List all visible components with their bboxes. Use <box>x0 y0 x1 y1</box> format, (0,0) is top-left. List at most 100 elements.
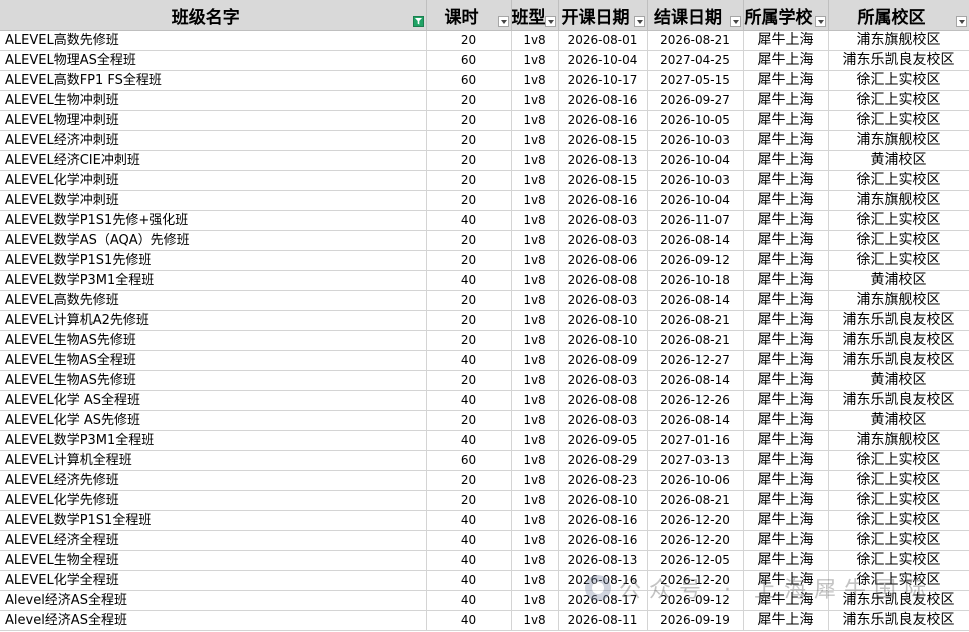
cell-end-date[interactable]: 2026-11-07 <box>647 210 744 231</box>
cell-class-type[interactable]: 1v8 <box>511 230 559 251</box>
cell-campus[interactable]: 黄浦校区 <box>828 150 969 171</box>
cell-school[interactable]: 犀牛上海 <box>743 590 829 611</box>
filter-dropdown-icon[interactable] <box>729 16 741 27</box>
cell-campus[interactable]: 徐汇上实校区 <box>828 530 969 551</box>
cell-class-type[interactable]: 1v8 <box>511 150 559 171</box>
cell-end-date[interactable]: 2026-10-18 <box>647 270 744 291</box>
cell-class-type[interactable]: 1v8 <box>511 450 559 471</box>
cell-campus[interactable]: 浦东乐凯良友校区 <box>828 610 969 631</box>
cell-class-name[interactable]: ALEVEL数学P3M1全程班 <box>0 430 427 451</box>
cell-campus[interactable]: 浦东旗舰校区 <box>828 430 969 451</box>
cell-hours[interactable]: 20 <box>426 130 512 151</box>
cell-class-type[interactable]: 1v8 <box>511 330 559 351</box>
cell-class-name[interactable]: ALEVEL高数先修班 <box>0 30 427 51</box>
cell-start-date[interactable]: 2026-08-08 <box>558 270 648 291</box>
cell-class-type[interactable]: 1v8 <box>511 550 559 571</box>
cell-class-name[interactable]: ALEVEL经济CIE冲刺班 <box>0 150 427 171</box>
cell-school[interactable]: 犀牛上海 <box>743 70 829 91</box>
cell-class-type[interactable]: 1v8 <box>511 30 559 51</box>
cell-hours[interactable]: 60 <box>426 450 512 471</box>
cell-class-name[interactable]: ALEVEL高数先修班 <box>0 290 427 311</box>
cell-class-name[interactable]: ALEVEL化学全程班 <box>0 570 427 591</box>
cell-start-date[interactable]: 2026-08-13 <box>558 150 648 171</box>
cell-start-date[interactable]: 2026-08-09 <box>558 350 648 371</box>
cell-end-date[interactable]: 2026-08-14 <box>647 370 744 391</box>
cell-class-type[interactable]: 1v8 <box>511 250 559 271</box>
cell-campus[interactable]: 黄浦校区 <box>828 410 969 431</box>
cell-class-type[interactable]: 1v8 <box>511 310 559 331</box>
cell-end-date[interactable]: 2026-10-05 <box>647 110 744 131</box>
cell-school[interactable]: 犀牛上海 <box>743 90 829 111</box>
cell-campus[interactable]: 徐汇上实校区 <box>828 550 969 571</box>
cell-start-date[interactable]: 2026-10-04 <box>558 50 648 71</box>
cell-start-date[interactable]: 2026-08-03 <box>558 370 648 391</box>
cell-class-type[interactable]: 1v8 <box>511 130 559 151</box>
filter-dropdown-icon[interactable] <box>633 16 645 27</box>
cell-start-date[interactable]: 2026-08-10 <box>558 330 648 351</box>
cell-class-name[interactable]: Alevel经济AS全程班 <box>0 590 427 611</box>
cell-start-date[interactable]: 2026-08-15 <box>558 170 648 191</box>
cell-school[interactable]: 犀牛上海 <box>743 390 829 411</box>
cell-start-date[interactable]: 2026-09-05 <box>558 430 648 451</box>
cell-end-date[interactable]: 2026-09-12 <box>647 590 744 611</box>
cell-class-name[interactable]: ALEVEL生物全程班 <box>0 550 427 571</box>
cell-class-name[interactable]: ALEVEL经济先修班 <box>0 470 427 491</box>
cell-end-date[interactable]: 2026-08-14 <box>647 410 744 431</box>
cell-campus[interactable]: 徐汇上实校区 <box>828 490 969 511</box>
cell-campus[interactable]: 浦东乐凯良友校区 <box>828 330 969 351</box>
cell-end-date[interactable]: 2026-12-20 <box>647 570 744 591</box>
column-header-end-date[interactable]: 结课日期 <box>647 0 744 31</box>
cell-start-date[interactable]: 2026-08-15 <box>558 130 648 151</box>
cell-end-date[interactable]: 2026-12-05 <box>647 550 744 571</box>
cell-class-name[interactable]: Alevel经济AS全程班 <box>0 610 427 631</box>
cell-class-name[interactable]: ALEVEL数学P3M1全程班 <box>0 270 427 291</box>
cell-school[interactable]: 犀牛上海 <box>743 250 829 271</box>
cell-school[interactable]: 犀牛上海 <box>743 470 829 491</box>
cell-campus[interactable]: 徐汇上实校区 <box>828 570 969 591</box>
cell-class-name[interactable]: ALEVEL化学先修班 <box>0 490 427 511</box>
cell-class-name[interactable]: ALEVEL数学P1S1先修+强化班 <box>0 210 427 231</box>
cell-hours[interactable]: 40 <box>426 210 512 231</box>
cell-end-date[interactable]: 2026-08-21 <box>647 330 744 351</box>
cell-campus[interactable]: 徐汇上实校区 <box>828 450 969 471</box>
cell-school[interactable]: 犀牛上海 <box>743 530 829 551</box>
cell-class-name[interactable]: ALEVEL数学P1S1先修班 <box>0 250 427 271</box>
cell-end-date[interactable]: 2026-09-12 <box>647 250 744 271</box>
cell-class-type[interactable]: 1v8 <box>511 90 559 111</box>
cell-class-name[interactable]: ALEVEL经济全程班 <box>0 530 427 551</box>
cell-hours[interactable]: 40 <box>426 570 512 591</box>
cell-hours[interactable]: 40 <box>426 390 512 411</box>
cell-hours[interactable]: 20 <box>426 150 512 171</box>
cell-hours[interactable]: 20 <box>426 230 512 251</box>
cell-hours[interactable]: 60 <box>426 50 512 71</box>
cell-end-date[interactable]: 2026-10-04 <box>647 190 744 211</box>
cell-campus[interactable]: 徐汇上实校区 <box>828 510 969 531</box>
cell-hours[interactable]: 40 <box>426 430 512 451</box>
cell-end-date[interactable]: 2027-01-16 <box>647 430 744 451</box>
cell-school[interactable]: 犀牛上海 <box>743 50 829 71</box>
cell-hours[interactable]: 20 <box>426 30 512 51</box>
cell-school[interactable]: 犀牛上海 <box>743 130 829 151</box>
cell-end-date[interactable]: 2026-12-27 <box>647 350 744 371</box>
cell-hours[interactable]: 20 <box>426 410 512 431</box>
cell-campus[interactable]: 浦东旗舰校区 <box>828 190 969 211</box>
cell-start-date[interactable]: 2026-08-01 <box>558 30 648 51</box>
filter-dropdown-icon[interactable] <box>814 16 826 27</box>
cell-start-date[interactable]: 2026-08-17 <box>558 590 648 611</box>
cell-end-date[interactable]: 2026-08-21 <box>647 490 744 511</box>
cell-start-date[interactable]: 2026-08-11 <box>558 610 648 631</box>
cell-start-date[interactable]: 2026-08-03 <box>558 410 648 431</box>
cell-hours[interactable]: 20 <box>426 490 512 511</box>
cell-school[interactable]: 犀牛上海 <box>743 570 829 591</box>
cell-class-name[interactable]: ALEVEL物理冲刺班 <box>0 110 427 131</box>
cell-hours[interactable]: 20 <box>426 330 512 351</box>
cell-end-date[interactable]: 2026-09-19 <box>647 610 744 631</box>
column-header-hours[interactable]: 课时 <box>426 0 512 31</box>
cell-school[interactable]: 犀牛上海 <box>743 310 829 331</box>
cell-class-type[interactable]: 1v8 <box>511 170 559 191</box>
cell-campus[interactable]: 浦东乐凯良友校区 <box>828 310 969 331</box>
cell-school[interactable]: 犀牛上海 <box>743 30 829 51</box>
cell-school[interactable]: 犀牛上海 <box>743 290 829 311</box>
cell-class-name[interactable]: ALEVEL计算机A2先修班 <box>0 310 427 331</box>
cell-school[interactable]: 犀牛上海 <box>743 510 829 531</box>
